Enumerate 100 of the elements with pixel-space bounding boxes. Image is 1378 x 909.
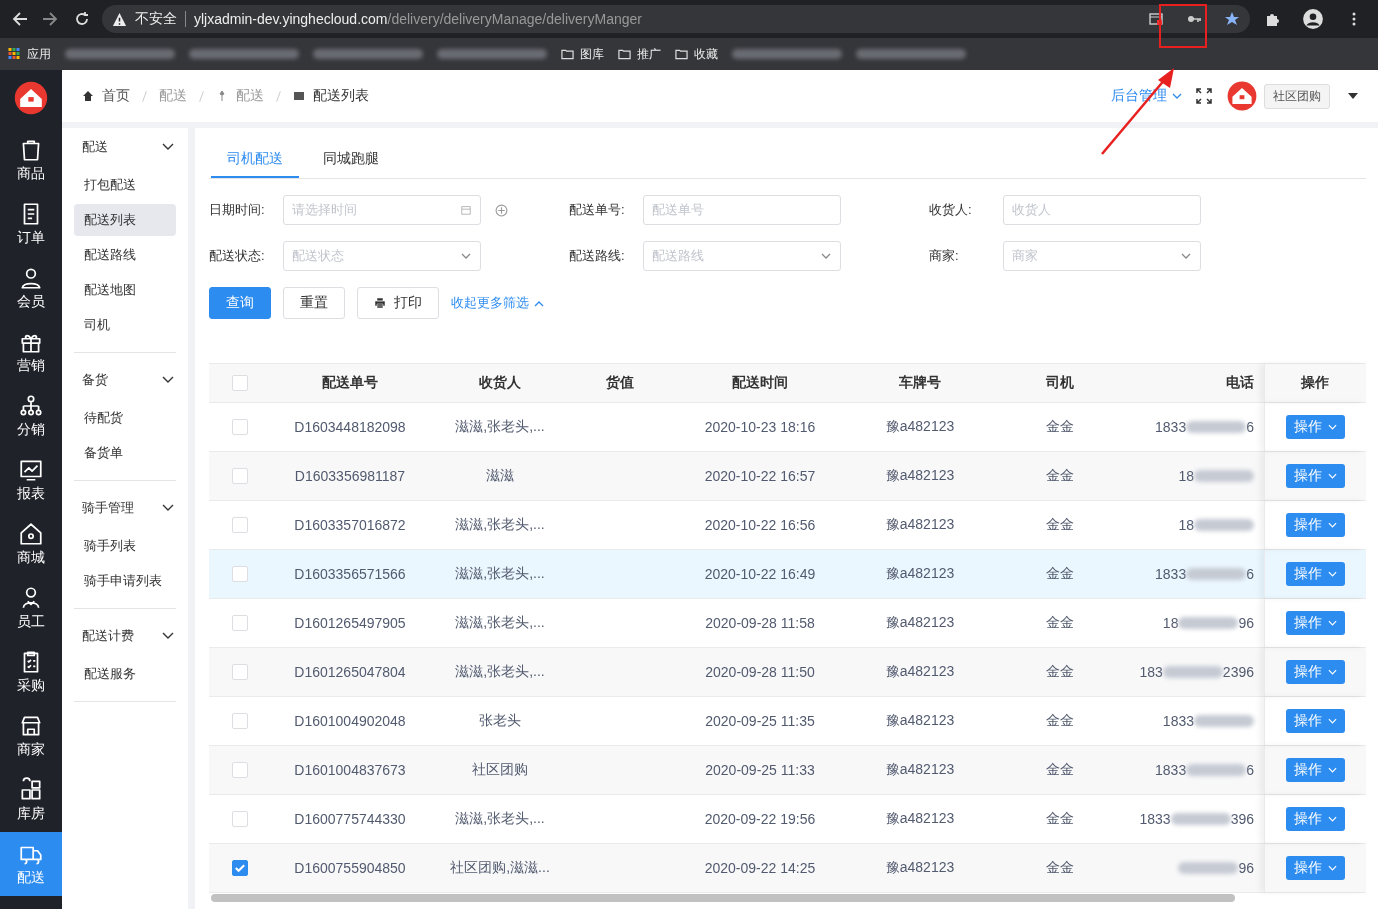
folder-icon [561, 48, 574, 60]
table-cell: 张老头 [479, 712, 521, 730]
select-all-checkbox[interactable] [231, 375, 248, 391]
nav-item[interactable]: 商家 [0, 704, 62, 768]
bookmark-folder[interactable]: 图库 [561, 45, 604, 63]
column-header: 配送单号 [322, 374, 378, 392]
forward-icon[interactable] [42, 11, 58, 27]
redacted-text [1194, 470, 1254, 482]
calendar-icon [460, 205, 472, 215]
table-row[interactable]: D1600755904850 社区团购,滋滋... 2020-09-22 14:25 豫a482123 金金 96 操作 [209, 844, 1366, 893]
table-cell: 金金 [1046, 467, 1074, 485]
menu-item[interactable]: 骑手申请列表 [74, 565, 176, 597]
blurred-bookmark[interactable] [189, 49, 299, 59]
warning-icon [112, 11, 127, 27]
back-icon[interactable] [12, 11, 28, 27]
table-cell: 1833 [1139, 811, 1171, 827]
reset-button[interactable]: 重置 [283, 287, 345, 319]
table-cell: 滋滋 [486, 467, 514, 485]
table-cell: 社区团购 [472, 761, 528, 779]
chevron-down-icon [1327, 571, 1337, 577]
chevron-icon [162, 504, 174, 512]
chevron-down-icon [1327, 424, 1337, 430]
menu-item[interactable]: 配送列表 [74, 204, 176, 236]
profile-icon[interactable] [1302, 8, 1324, 30]
filter-label: 配送单号: [569, 201, 626, 219]
redacted-text [1186, 764, 1247, 776]
list-icon [293, 90, 305, 102]
caret-icon[interactable] [1348, 93, 1358, 99]
menu-item[interactable]: 待配货 [74, 402, 176, 434]
table-cell: 183 [1139, 664, 1163, 680]
redacted-text [1178, 617, 1239, 629]
nav-item[interactable]: 订单 [0, 192, 62, 256]
blurred-bookmark[interactable] [65, 49, 175, 59]
menu-group[interactable]: 备货 [74, 361, 176, 399]
scrollbar-thumb[interactable] [211, 894, 1235, 902]
table-cell: 2020-09-28 11:50 [705, 664, 815, 680]
star-icon[interactable] [1224, 11, 1240, 27]
house-icon [18, 521, 44, 547]
table-cell: 18 [1162, 615, 1179, 631]
tab[interactable]: 同城跑腿 [307, 142, 395, 178]
blurred-bookmark[interactable] [856, 49, 966, 59]
bookmark-folder[interactable]: 收藏 [675, 45, 718, 63]
table-cell: 豫a482123 [885, 761, 955, 779]
tab[interactable]: 司机配送 [211, 142, 299, 178]
blurred-bookmark[interactable] [732, 49, 842, 59]
breadcrumb-item[interactable]: 首页 [102, 87, 130, 105]
nav-item[interactable]: 库房 [0, 768, 62, 832]
nav-item[interactable]: 员工 [0, 576, 62, 640]
table-cell: 2020-09-28 11:58 [705, 615, 815, 631]
chevron-down-icon [1327, 865, 1337, 871]
address-bar[interactable]: 不安全 yljxadmin-dev.yinghecloud.com/delivery/deliveryManage/deliveryManger [102, 5, 1250, 33]
table-cell: 滋滋,张老头,... [455, 614, 545, 632]
menu-item[interactable]: 配送路线 [74, 239, 176, 271]
table-cell: D1601265497905 [294, 615, 406, 631]
nav-item[interactable]: 分销 [0, 384, 62, 448]
avatar-icon[interactable] [1226, 80, 1258, 112]
nav-item[interactable]: 采购 [0, 640, 62, 704]
menu-group[interactable]: 配送计费 [74, 617, 176, 655]
table-cell: 豫a482123 [885, 712, 955, 730]
menu-group[interactable]: 配送 [74, 128, 176, 166]
row-checkbox[interactable] [231, 860, 248, 876]
menu-item[interactable]: 司机 [74, 309, 176, 341]
network-icon [18, 393, 44, 419]
table-cell: D1600775744330 [294, 811, 406, 827]
table-cell: D1603448182098 [294, 419, 406, 435]
nav-item[interactable]: 商品 [0, 128, 62, 192]
highlight-box [1159, 4, 1207, 48]
menu-item[interactable]: 备货单 [74, 437, 176, 469]
folder-icon [675, 48, 688, 60]
menu-item[interactable]: 骑手列表 [74, 530, 176, 562]
table-cell: D1601004837673 [294, 762, 406, 778]
table-cell: 社区团购,滋滋... [450, 859, 550, 877]
reload-icon[interactable] [74, 11, 90, 27]
menu-group[interactable]: 骑手管理 [74, 489, 176, 527]
bookmark-item[interactable]: 应用 [8, 45, 51, 63]
table-cell: 2396 [1222, 664, 1254, 680]
nav-item[interactable]: 营销 [0, 320, 62, 384]
chevron-down-icon [1327, 669, 1337, 675]
column-header: 操作 [1301, 374, 1329, 392]
puzzle-icon[interactable] [1264, 11, 1280, 27]
print-button[interactable]: 打印 [357, 287, 439, 319]
filter-label: 日期时间: [209, 201, 266, 219]
blurred-bookmark[interactable] [313, 49, 423, 59]
menu-item[interactable]: 打包配送 [74, 169, 176, 201]
chart-icon [18, 457, 44, 483]
menu-item[interactable]: 配送地图 [74, 274, 176, 306]
chevron-icon [162, 632, 174, 640]
table-cell: D1600755904850 [294, 860, 406, 876]
nav-item[interactable]: 报表 [0, 448, 62, 512]
add-icon[interactable] [495, 203, 508, 217]
chevron-down-icon [1327, 718, 1337, 724]
nav-item[interactable]: 商城 [0, 512, 62, 576]
chevron-down-icon [1327, 522, 1337, 528]
menu-item[interactable]: 配送服务 [74, 658, 176, 690]
blurred-bookmark[interactable] [437, 49, 547, 59]
bookmark-folder[interactable]: 推广 [618, 45, 661, 63]
blocked-popup-icon[interactable] [1148, 11, 1164, 27]
nav-item[interactable]: 会员 [0, 256, 62, 320]
collapse-filters-link[interactable]: 收起更多筛选 [451, 294, 544, 312]
fullscreen-icon[interactable] [1196, 88, 1212, 104]
